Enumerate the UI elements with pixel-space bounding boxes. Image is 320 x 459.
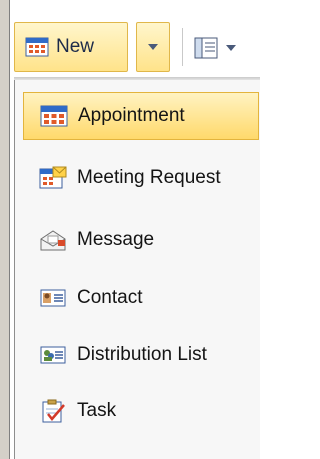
contact-card-icon xyxy=(39,286,67,310)
reading-pane-icon xyxy=(194,37,218,59)
reading-pane-button[interactable] xyxy=(194,28,254,68)
menu-item-label: Appointment xyxy=(78,105,185,126)
menu-item-task[interactable]: Task xyxy=(23,387,259,435)
menu-item-distribution-list[interactable]: Distribution List xyxy=(23,331,259,379)
calendar-icon xyxy=(25,36,49,58)
menu-item-label: Meeting Request xyxy=(77,167,221,188)
menu-item-contact[interactable]: Contact xyxy=(23,274,259,322)
new-button[interactable]: New xyxy=(14,22,128,72)
toolbar: New xyxy=(0,0,260,80)
envelope-icon xyxy=(39,228,67,252)
chevron-down-icon xyxy=(148,44,158,50)
chevron-down-icon xyxy=(226,45,236,51)
menu-item-appointment[interactable]: Appointment xyxy=(23,92,259,140)
distribution-list-icon xyxy=(39,343,67,367)
window-frame xyxy=(0,0,10,459)
new-button-label: New xyxy=(56,36,95,57)
task-clipboard-icon xyxy=(39,399,67,423)
new-dropdown-button[interactable] xyxy=(136,22,170,72)
new-item-menu: Appointment Meeting Request Message Cont… xyxy=(14,80,260,459)
toolbar-separator xyxy=(182,28,183,66)
menu-item-meeting-request[interactable]: Meeting Request xyxy=(23,154,259,202)
calendar-icon xyxy=(40,104,68,128)
meeting-request-icon xyxy=(39,166,67,190)
menu-item-label: Message xyxy=(77,229,155,250)
menu-item-label: Contact xyxy=(77,287,143,308)
menu-item-message[interactable]: Message xyxy=(23,216,259,264)
menu-item-label: Task xyxy=(77,400,117,421)
menu-item-label: Distribution List xyxy=(77,344,207,365)
